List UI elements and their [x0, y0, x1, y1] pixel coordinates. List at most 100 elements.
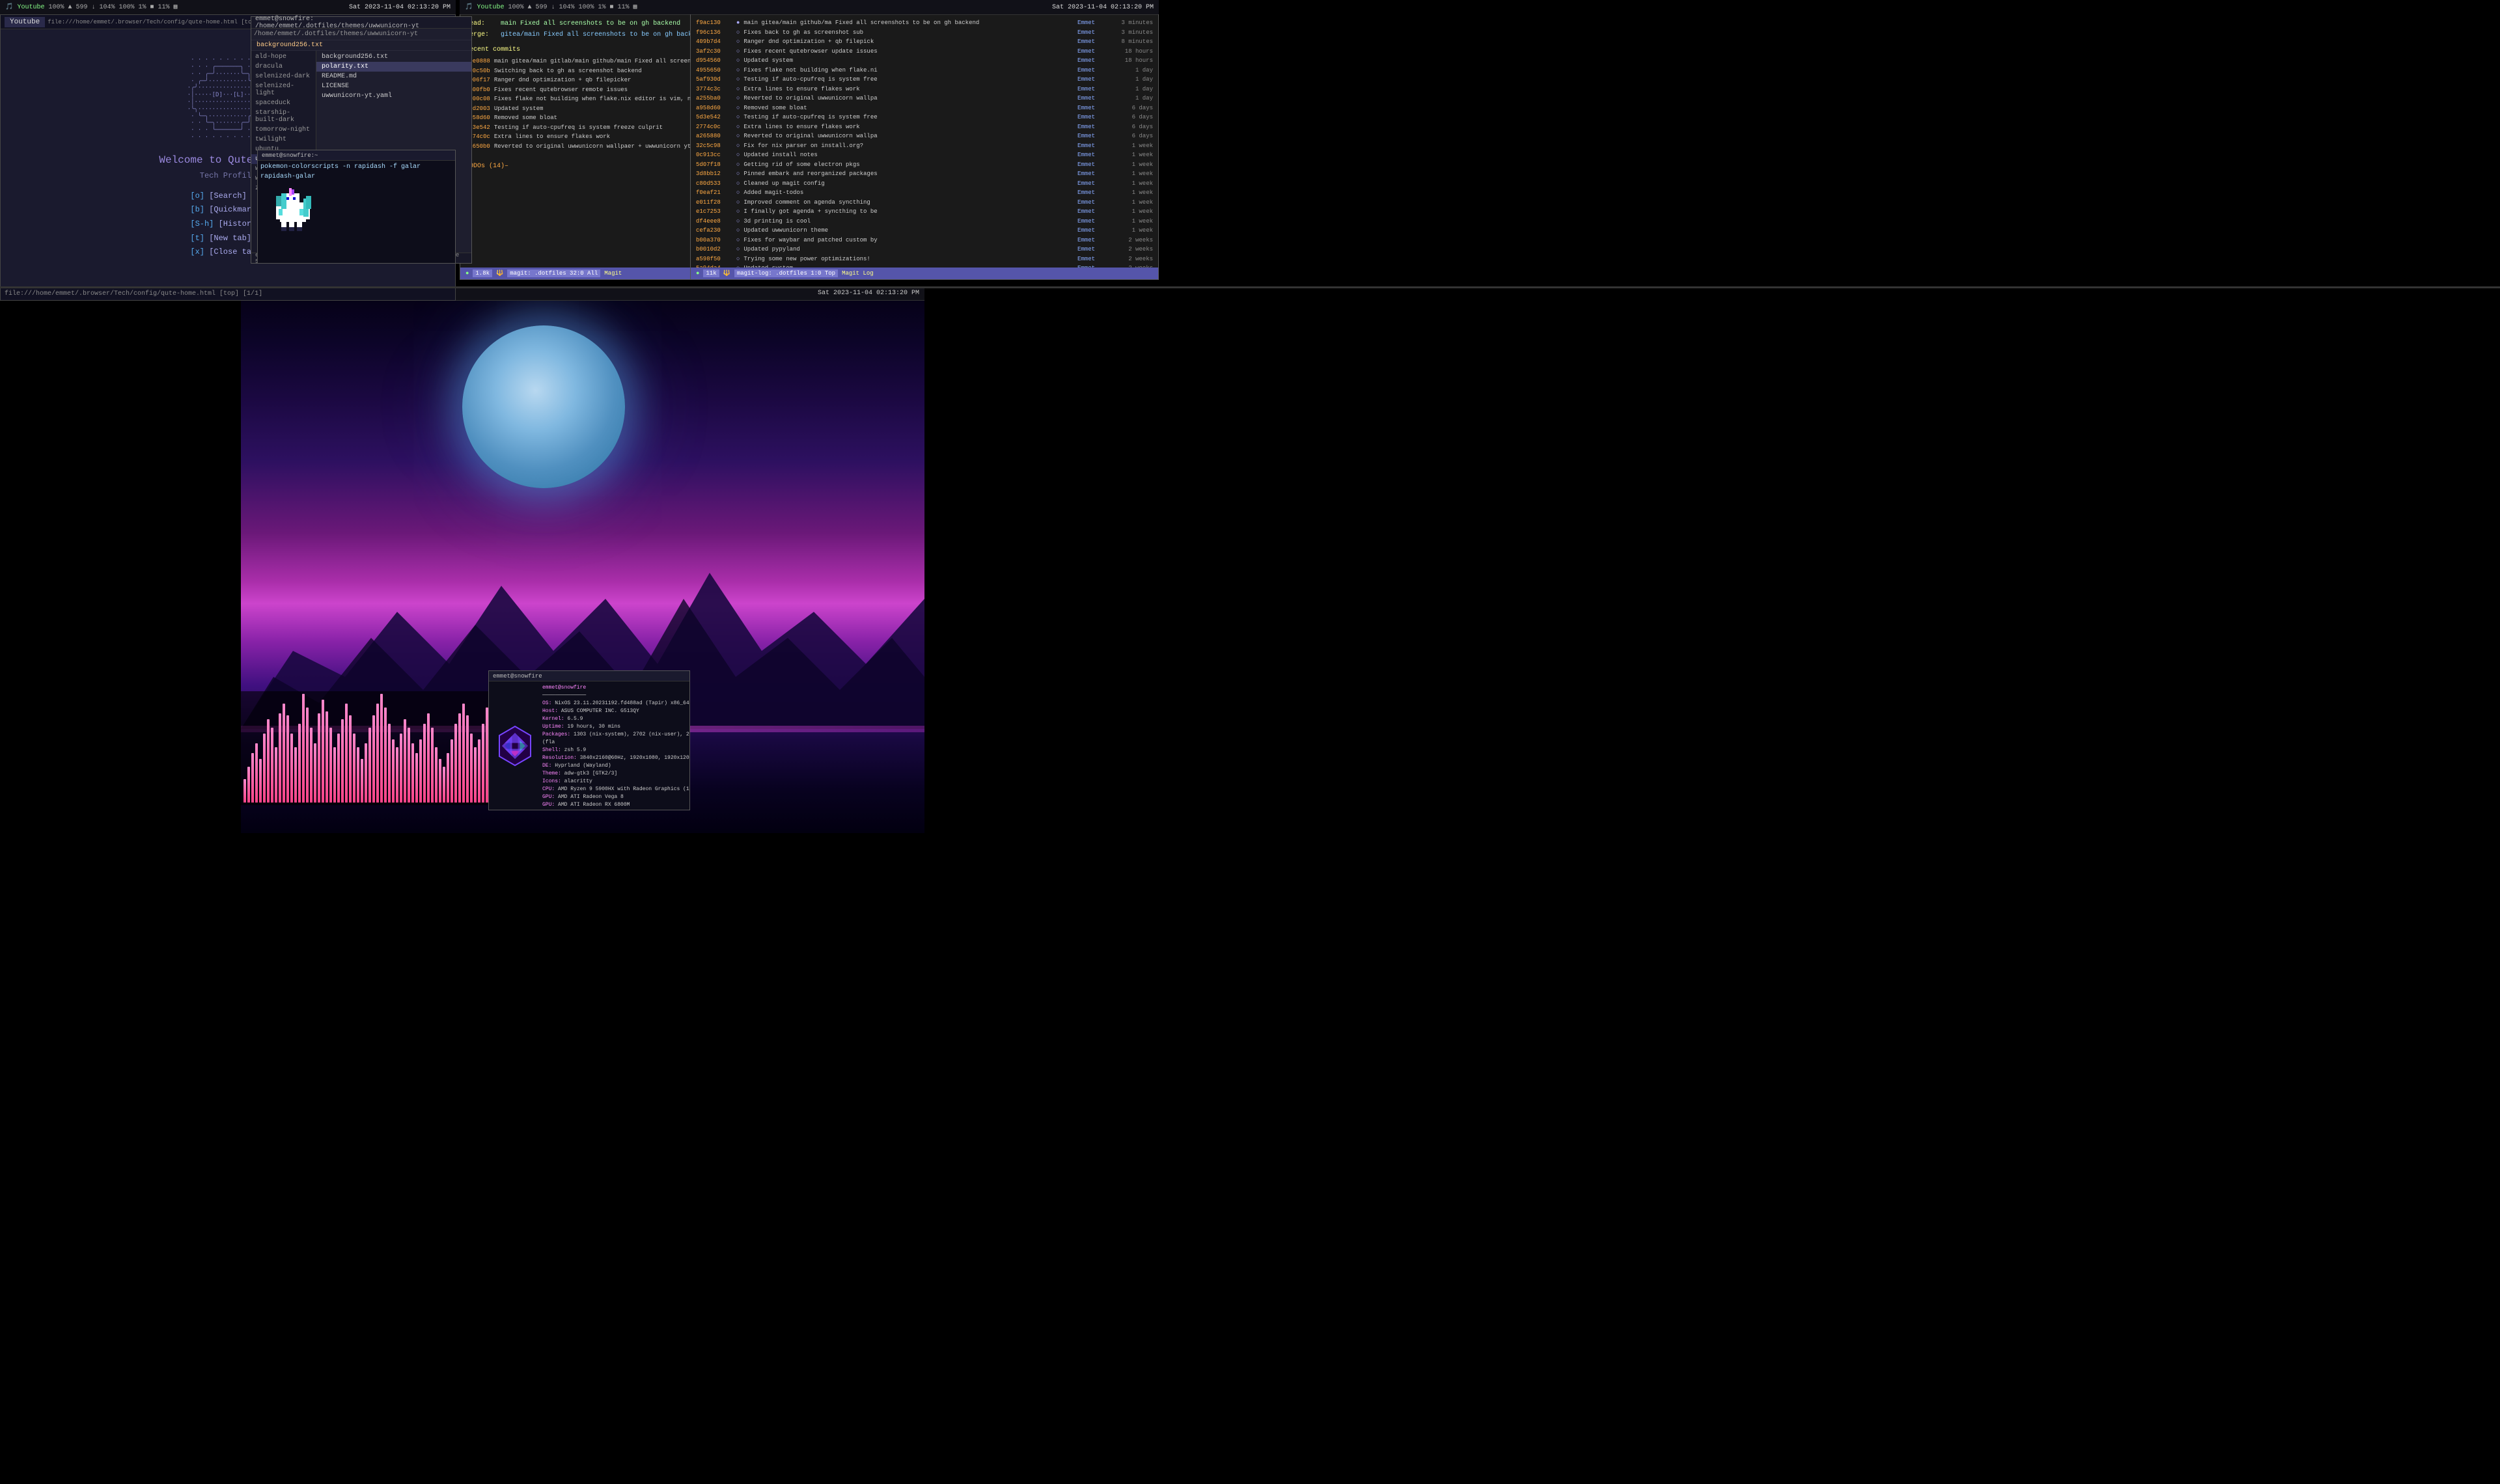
- magit-log-row: c80d533 ○ Cleaned up magit config Emmet …: [696, 180, 1153, 189]
- visualizer-bar: [423, 724, 426, 803]
- magit-log-row: b00a370 ○ Fixes for waybar and patched c…: [696, 236, 1153, 245]
- magit-log-row: f0eaf21 ○ Added magit-todos Emmet 1 week: [696, 189, 1153, 198]
- visualizer-bar: [466, 715, 469, 803]
- sidebar-item-sellight[interactable]: selenized-light: [251, 81, 316, 98]
- git-right-content: f9ac130 ● main gitea/main github/ma Fixe…: [691, 15, 1158, 268]
- magit-log-row: df4eee8 ○ 3d printing is cool Emmet 1 we…: [696, 217, 1153, 227]
- visualizer-bar: [404, 719, 406, 803]
- visualizer-bar: [243, 779, 246, 803]
- neofetch-host: Host: ASUS COMPUTER INC. G513QY: [542, 708, 689, 715]
- files-path: /home/emmet/.dotfiles/themes/uwwunicorn-…: [254, 31, 418, 38]
- magit-log-row: f9ac130 ● main gitea/main github/ma Fixe…: [696, 19, 1153, 28]
- magit-log-row: a265880 ○ Reverted to original uwwunicor…: [696, 132, 1153, 141]
- qute-tab-youtube[interactable]: Youtube: [5, 17, 45, 27]
- visualizer-bar: [411, 743, 414, 803]
- pokemon-terminal-window: emmet@snowfire:~ pokemon-colorscripts -n…: [257, 150, 456, 264]
- visualizer-bar: [447, 753, 449, 803]
- file-item-yaml[interactable]: uwwunicorn-yt.yaml: [316, 91, 471, 101]
- tb-time: Sat 2023-11-04 02:13:20 PM: [349, 4, 451, 11]
- file-item-license[interactable]: LICENSE: [316, 81, 471, 91]
- git-right-modeline: ● 11k 🔱 magit-log: .dotfiles 1:0 Top Mag…: [691, 268, 1158, 279]
- magit-log-row: d954560 ○ Updated system Emmet 18 hours: [696, 57, 1153, 66]
- visualizer-bar: [263, 734, 266, 803]
- neofetch-gpu2: GPU: AMD ATI Radeon RX 6800M: [542, 801, 689, 809]
- neofetch-info-block: emmet@snowfire ────────────── OS: NixOS …: [542, 684, 689, 807]
- magit-log-list: f9ac130 ● main gitea/main github/ma Fixe…: [696, 19, 1153, 268]
- visualizer-bar: [470, 734, 473, 803]
- visualizer-bar: [341, 719, 344, 803]
- visualizer-bar: [482, 724, 484, 803]
- tb-youtube-tab[interactable]: Youtube: [17, 4, 44, 11]
- file-item-readme[interactable]: README.md: [316, 72, 471, 81]
- visualizer-bar: [279, 713, 281, 803]
- visualizer-bar: [275, 747, 277, 803]
- magit-log-row: 5af930d ○ Testing if auto-cpufreq is sys…: [696, 76, 1153, 85]
- visualizer-bar: [302, 694, 305, 803]
- neofetch-logo: [492, 684, 538, 807]
- magit-log-row: a958d60 ○ Removed some bloat Emmet 6 day…: [696, 104, 1153, 113]
- pokemon-name: rapidash-galar: [260, 173, 452, 180]
- visualizer-bar: [349, 715, 352, 803]
- visualizer-bar: [286, 715, 289, 803]
- sidebar-item-twilight[interactable]: twilight: [251, 135, 316, 144]
- visualizer-bar: [361, 759, 363, 803]
- visualizer-bar: [462, 704, 465, 803]
- neofetch-shell: Shell: zsh 5.9: [542, 747, 689, 754]
- qute-profile-title: Tech Profile: [200, 171, 256, 180]
- visualizer-bar: [435, 747, 438, 803]
- visualizer-bar: [259, 759, 262, 803]
- visualizer-bar: [384, 708, 387, 803]
- pokemon-command: pokemon-colorscripts -n rapidash -f gala…: [260, 163, 452, 171]
- magit-log-row: 0c913cc ○ Updated install notes Emmet 1 …: [696, 151, 1153, 160]
- tb-music-icon: 🎵: [5, 3, 13, 11]
- visualizer-bar: [329, 728, 332, 803]
- taskbar-top-right: 🎵 Youtube 100% ▲ 599 ↓ 104% 100% 1% ■ 11…: [460, 0, 1159, 14]
- file-item-bg256[interactable]: background256.txt: [316, 52, 471, 62]
- magit-log-row: e011f28 ○ Improved comment on agenda syn…: [696, 199, 1153, 208]
- files-breadcrumb: background256.txt: [251, 40, 471, 51]
- neofetch-gpu1: GPU: AMD ATI Radeon Vega 8: [542, 793, 689, 801]
- visualizer-bar: [368, 728, 371, 803]
- magit-log-row: 3774c3c ○ Extra lines to ensure flakes w…: [696, 85, 1153, 94]
- sidebar-item-aldhope[interactable]: ald-hope: [251, 52, 316, 62]
- sidebar-item-tomorrow[interactable]: tomorrow-night: [251, 125, 316, 135]
- sidebar-item-seldark[interactable]: selenized-dark: [251, 72, 316, 81]
- sidebar-item-spaceduck[interactable]: spaceduck: [251, 98, 316, 108]
- tb-right-youtube[interactable]: Youtube: [477, 4, 504, 11]
- qute-url: file:///home/emmet/.browser/Tech/config/…: [48, 19, 279, 25]
- qute-statusbar: file:///home/emmet/.browser/Tech/config/…: [1, 287, 455, 300]
- tb-right-time: Sat 2023-11-04 02:13:20 PM: [1052, 4, 1154, 11]
- audio-visualizer: [241, 691, 488, 805]
- files-titlebar: emmet@snowfire: /home/emmet/.dotfiles/th…: [251, 17, 471, 29]
- neofetch-titlebar: emmet@snowfire: [489, 671, 689, 681]
- bottom-area: 🎵 Youtube 100% ▲ 599 ↓ 104% 100% 1% ■ 11…: [0, 286, 2500, 1484]
- files-title: emmet@snowfire: /home/emmet/.dotfiles/th…: [255, 16, 467, 30]
- magit-log-row: 409b7d4 ○ Ranger dnd optimization + qb f…: [696, 38, 1153, 47]
- tb-bottom-time: Sat 2023-11-04 02:13:20 PM: [818, 290, 919, 297]
- neofetch-cpu: CPU: AMD Ryzen 9 5900HX with Radeon Grap…: [542, 786, 689, 793]
- visualizer-bar: [451, 739, 453, 803]
- visualizer-bar: [458, 713, 461, 803]
- magit-log-row: 32c5c98 ○ Fix for nix parser on install.…: [696, 142, 1153, 151]
- visualizer-bar: [400, 734, 402, 803]
- neofetch-memory: Memory: 7070MiB / 62318MiB: [542, 809, 689, 810]
- visualizer-bar: [431, 728, 434, 803]
- visualizer-bar: [478, 739, 480, 803]
- file-item-polarity[interactable]: polarity.txt: [316, 62, 471, 72]
- git-right-mode: Magit Log: [842, 270, 874, 277]
- magit-log-row: a255ba0 ○ Reverted to original uwwunicor…: [696, 94, 1153, 103]
- visualizer-bar: [345, 704, 348, 803]
- visualizer-bar: [271, 728, 273, 803]
- sidebar-item-dracula[interactable]: dracula: [251, 62, 316, 72]
- visualizer-bar: [290, 734, 293, 803]
- tb-right-stats: 100% ▲ 599 ↓ 104% 100% 1% ■ 11% ▦: [508, 3, 637, 11]
- magit-log-row: cefa230 ○ Updated uwwunicorn theme Emmet…: [696, 227, 1153, 236]
- sidebar-item-starship[interactable]: starship-built-dark: [251, 108, 316, 125]
- visualizer-bar: [298, 724, 301, 803]
- visualizer-bar: [419, 739, 422, 803]
- magit-log-row: b0010d2 ○ Updated pypyland Emmet 2 weeks: [696, 245, 1153, 254]
- neofetch-de: DE: Hyprland (Wayland): [542, 762, 689, 770]
- magit-log-row: 2774c0c ○ Extra lines to ensure flakes w…: [696, 123, 1153, 132]
- visualizer-bar: [439, 759, 441, 803]
- taskbar-top-left: 🎵 Youtube 100% ▲ 599 ↓ 104% 100% 1% ■ 11…: [0, 0, 456, 14]
